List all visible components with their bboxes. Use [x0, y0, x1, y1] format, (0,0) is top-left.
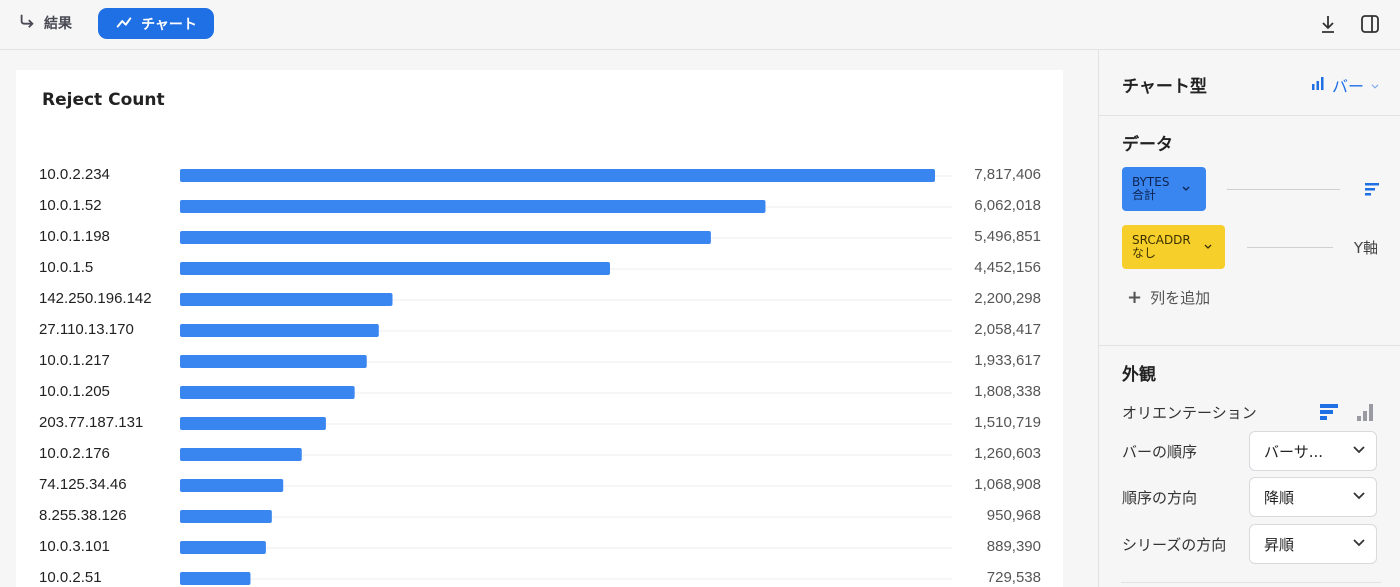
horizontal-bars-icon[interactable]: [1364, 181, 1380, 197]
chart-type-select[interactable]: バー: [1310, 73, 1380, 97]
chevron-down-icon: [1203, 241, 1213, 254]
chevron-down-icon: [1370, 76, 1380, 95]
order-direction-select[interactable]: 降順: [1249, 477, 1377, 517]
category-label: 10.0.2.176: [39, 445, 110, 462]
bytes-chip-agg: 合計: [1132, 188, 1157, 202]
srcaddr-chip-agg: なし: [1132, 246, 1157, 260]
connector-line: [1247, 247, 1333, 248]
bar[interactable]: [180, 324, 379, 337]
category-label: 142.250.196.142: [39, 290, 152, 307]
bar[interactable]: [180, 355, 367, 368]
return-arrow-icon: [18, 12, 36, 34]
top-toolbar: 結果 チャート: [0, 0, 1400, 50]
orientation-label: オリエンテーション: [1122, 404, 1257, 422]
bar-chart-icon: [1310, 75, 1326, 95]
bar[interactable]: [180, 231, 711, 244]
data-title: データ: [1122, 135, 1173, 155]
divider: [1099, 115, 1400, 116]
bar-chart: 10.0.2.234 7,817,406 10.0.1.52 6,062,018 10.…: [39, 166, 1041, 586]
value-label: 729,538: [987, 569, 1041, 586]
bar-order-value: バーサ...: [1264, 442, 1324, 461]
category-label: 10.0.1.217: [39, 352, 110, 369]
chevron-down-icon: [1181, 183, 1191, 196]
category-label: 10.0.3.101: [39, 538, 110, 555]
chevron-down-icon: [1352, 535, 1366, 553]
srcaddr-chip[interactable]: SRCADDR なし: [1122, 225, 1225, 269]
vertical-orientation-icon[interactable]: [1355, 402, 1375, 422]
chevron-down-icon: [1352, 488, 1366, 506]
bar[interactable]: [180, 479, 284, 492]
bar[interactable]: [180, 572, 251, 585]
value-label: 5,496,851: [974, 228, 1041, 245]
add-column-button[interactable]: + 列を追加: [1127, 287, 1210, 308]
category-label: 203.77.187.131: [39, 414, 143, 431]
bar[interactable]: [180, 510, 272, 523]
value-label: 950,968: [987, 507, 1041, 524]
connector-line: [1227, 189, 1340, 190]
category-label: 10.0.1.5: [39, 259, 93, 276]
divider: [1121, 582, 1381, 583]
panel-toggle-icon[interactable]: [1359, 13, 1381, 35]
category-label: 10.0.2.51: [39, 569, 102, 586]
chevron-down-icon: [1352, 442, 1366, 460]
bar[interactable]: [180, 448, 302, 461]
value-label: 1,260,603: [974, 445, 1041, 462]
horizontal-orientation-icon[interactable]: [1319, 402, 1339, 422]
category-label: 10.0.1.52: [39, 197, 102, 214]
value-label: 1,808,338: [974, 383, 1041, 400]
tab-chart-label: チャート: [141, 16, 197, 33]
y-axis-label: Y軸: [1353, 239, 1378, 257]
plus-icon: +: [1127, 287, 1143, 308]
chart-card: Reject Count 10.0.2.234 7,817,406 10.0.1.5…: [16, 70, 1063, 587]
download-icon[interactable]: [1317, 13, 1339, 35]
bar[interactable]: [180, 169, 935, 182]
add-column-label: 列を追加: [1150, 289, 1211, 307]
bar[interactable]: [180, 293, 393, 306]
category-label: 10.0.1.198: [39, 228, 110, 245]
divider: [1099, 345, 1400, 346]
series-direction-label: シリーズの方向: [1122, 536, 1227, 554]
category-label: 27.110.13.170: [39, 321, 134, 338]
appearance-title: 外観: [1122, 365, 1156, 385]
bar[interactable]: [180, 386, 355, 399]
category-label: 74.125.34.46: [39, 476, 127, 493]
value-label: 6,062,018: [974, 197, 1041, 214]
order-direction-label: 順序の方向: [1122, 489, 1198, 507]
category-label: 10.0.2.234: [39, 166, 110, 183]
chart-type-title: チャート型: [1122, 77, 1207, 97]
bar[interactable]: [180, 200, 766, 213]
series-direction-value: 昇順: [1264, 535, 1295, 554]
bar[interactable]: [180, 262, 610, 275]
value-label: 7,817,406: [974, 166, 1041, 183]
value-label: 1,068,908: [974, 476, 1041, 493]
value-label: 1,933,617: [974, 352, 1041, 369]
settings-panel: チャート型 バー データ BYTES 合計 SRCADDR なし Y軸 + 列を…: [1098, 50, 1400, 587]
value-label: 1,510,719: [974, 414, 1041, 431]
bar[interactable]: [180, 541, 266, 554]
bytes-chip[interactable]: BYTES 合計: [1122, 167, 1206, 211]
category-label: 8.255.38.126: [39, 507, 127, 524]
bar-order-select[interactable]: バーサ...: [1249, 431, 1377, 471]
category-label: 10.0.1.205: [39, 383, 110, 400]
tab-result-label: 結果: [44, 16, 72, 32]
tab-chart[interactable]: チャート: [98, 8, 214, 39]
value-label: 2,200,298: [974, 290, 1041, 307]
value-label: 4,452,156: [974, 259, 1041, 276]
series-direction-select[interactable]: 昇順: [1249, 524, 1377, 564]
chart-type-value: バー: [1331, 77, 1364, 96]
bar[interactable]: [180, 417, 326, 430]
line-chart-icon: [115, 13, 133, 35]
bar-order-label: バーの順序: [1122, 443, 1198, 461]
order-direction-value: 降順: [1264, 488, 1295, 507]
value-label: 889,390: [987, 538, 1041, 555]
value-label: 2,058,417: [974, 321, 1041, 338]
tab-result[interactable]: 結果: [18, 10, 72, 36]
